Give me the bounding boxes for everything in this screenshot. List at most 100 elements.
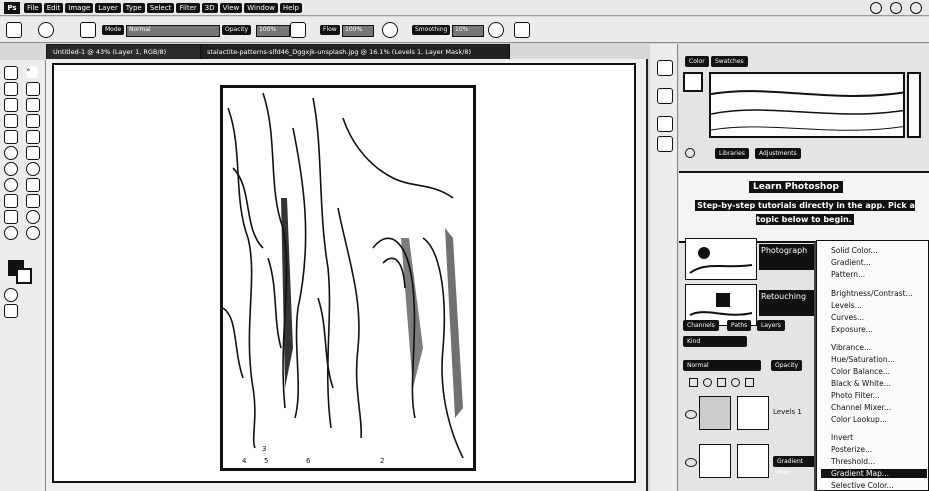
tab-stalactite[interactable]: stalactite-patterns-slfd46_Dggxjk-unspla… — [200, 44, 510, 60]
pen-tool-icon[interactable] — [26, 178, 40, 192]
layer-mask-thumbnail[interactable] — [737, 396, 769, 430]
lasso-tool-icon[interactable] — [26, 82, 40, 96]
clone-stamp-icon[interactable] — [26, 130, 40, 144]
layer-mask-thumbnail[interactable] — [737, 444, 769, 478]
collapse-icon[interactable]: » — [26, 66, 38, 78]
healing-brush-icon[interactable] — [26, 114, 40, 128]
lock-transparency-icon[interactable] — [689, 378, 698, 387]
menu-help[interactable]: Help — [279, 2, 302, 13]
path-select-icon[interactable] — [26, 194, 40, 208]
tab-adjustments[interactable]: Adjustments — [755, 148, 801, 159]
zoom-tool-icon[interactable] — [4, 226, 18, 240]
minimize-icon[interactable] — [870, 2, 882, 14]
color-spectrum[interactable] — [709, 72, 905, 138]
tab-untitled[interactable]: Untitled-1 @ 43% (Layer 1, RGB/8) — [46, 44, 208, 60]
hand-tool-icon[interactable] — [26, 210, 40, 224]
layer-filter-kind[interactable]: Kind — [683, 336, 747, 347]
crop-tool-icon[interactable] — [26, 98, 40, 112]
lock-pixels-icon[interactable] — [703, 378, 712, 387]
menu-item-hue-saturation[interactable]: Hue/Saturation... — [831, 355, 895, 364]
rectangle-tool-icon[interactable] — [4, 210, 18, 224]
screen-mode-icon[interactable] — [4, 304, 18, 318]
blur-tool-icon[interactable] — [26, 162, 40, 176]
brush-panel-icon[interactable] — [657, 116, 673, 132]
eraser-icon[interactable] — [26, 146, 40, 160]
airbrush-icon[interactable] — [382, 22, 398, 38]
menu-item-solid-color[interactable]: Solid Color... — [831, 246, 878, 255]
background-color-swatch[interactable] — [16, 268, 32, 284]
mode-select[interactable]: Normal — [126, 25, 220, 37]
tab-paths[interactable]: Paths — [727, 320, 752, 331]
visibility-eye-icon[interactable] — [685, 458, 697, 467]
menu-edit[interactable]: Edit — [43, 2, 64, 13]
blend-mode-select[interactable]: Normal — [683, 360, 761, 371]
hue-slider[interactable] — [907, 72, 921, 138]
layer-row-gradient-map[interactable]: Gradient Map — [685, 442, 817, 480]
menu-item-color-lookup[interactable]: Color Lookup... — [831, 415, 887, 424]
tutorial-label[interactable]: Retouching — [759, 290, 823, 316]
more-tools-icon[interactable] — [26, 226, 40, 240]
document-canvas[interactable]: 3 4 5 6 2 — [52, 63, 636, 483]
pressure-opacity-icon[interactable] — [290, 22, 306, 38]
foreground-color-chip[interactable] — [683, 72, 703, 92]
menu-item-color-balance[interactable]: Color Balance... — [831, 367, 890, 376]
history-panel-icon[interactable] — [657, 60, 673, 76]
menu-item-photo-filter[interactable]: Photo Filter... — [831, 391, 880, 400]
brush-preset-icon[interactable] — [38, 22, 54, 38]
menu-item-pattern[interactable]: Pattern... — [831, 270, 865, 279]
marquee-tool-icon[interactable] — [4, 82, 18, 96]
close-icon[interactable] — [910, 2, 922, 14]
eyedropper-icon[interactable] — [4, 114, 18, 128]
tutorial-label[interactable]: Photograph — [759, 244, 823, 270]
opacity-field[interactable]: 100% — [256, 25, 290, 37]
maximize-icon[interactable] — [890, 2, 902, 14]
lock-artboard-icon[interactable] — [731, 378, 740, 387]
pressure-size-icon[interactable] — [514, 22, 530, 38]
menu-item-invert[interactable]: Invert — [831, 433, 853, 442]
tutorial-card-photography[interactable] — [685, 238, 757, 280]
brush-settings-icon[interactable] — [80, 22, 96, 38]
menu-layer[interactable]: Layer — [95, 2, 121, 13]
history-brush-icon[interactable] — [4, 146, 18, 160]
lock-all-icon[interactable] — [745, 378, 754, 387]
menu-item-black-white[interactable]: Black & White... — [831, 379, 891, 388]
quick-select-icon[interactable] — [4, 98, 18, 112]
menu-window[interactable]: Window — [244, 2, 278, 13]
gradient-tool-icon[interactable] — [4, 162, 18, 176]
menu-select[interactable]: Select — [146, 2, 175, 13]
libraries-icon[interactable] — [685, 148, 695, 158]
dodge-tool-icon[interactable] — [4, 178, 18, 192]
flow-field[interactable]: 100% — [342, 25, 374, 37]
menu-image[interactable]: Image — [65, 2, 94, 13]
smoothing-field[interactable]: 10% — [452, 25, 484, 37]
menu-type[interactable]: Type — [122, 2, 145, 13]
menu-view[interactable]: View — [219, 2, 243, 13]
brush-tool-icon[interactable] — [4, 130, 18, 144]
menu-item-exposure[interactable]: Exposure... — [831, 325, 873, 334]
menu-filter[interactable]: Filter — [176, 2, 200, 13]
menu-item-gradient-map[interactable]: Gradient Map... — [821, 469, 927, 478]
move-tool-icon[interactable] — [4, 66, 18, 80]
tab-libraries[interactable]: Libraries — [715, 148, 749, 159]
tab-channels[interactable]: Channels — [683, 320, 719, 331]
menu-item-gradient[interactable]: Gradient... — [831, 258, 871, 267]
menu-3d[interactable]: 3D — [201, 2, 218, 13]
gear-icon[interactable] — [488, 22, 504, 38]
menu-item-posterize[interactable]: Posterize... — [831, 445, 872, 454]
properties-panel-icon[interactable] — [657, 88, 673, 104]
menu-item-brightness-contrast[interactable]: Brightness/Contrast... — [831, 289, 913, 298]
menu-item-selective-color[interactable]: Selective Color... — [831, 481, 894, 490]
menu-item-vibrance[interactable]: Vibrance... — [831, 343, 871, 352]
character-panel-icon[interactable] — [657, 136, 673, 152]
menu-item-channel-mixer[interactable]: Channel Mixer... — [831, 403, 891, 412]
tab-color[interactable]: Color — [685, 56, 709, 67]
brush-tool-icon[interactable] — [6, 22, 22, 38]
menu-item-curves[interactable]: Curves... — [831, 313, 864, 322]
quick-mask-icon[interactable] — [4, 288, 18, 302]
tab-layers[interactable]: Layers — [757, 320, 785, 331]
layer-row-levels[interactable]: Levels 1 — [685, 394, 817, 432]
menu-file[interactable]: File — [24, 2, 42, 13]
menu-item-levels[interactable]: Levels... — [831, 301, 862, 310]
visibility-eye-icon[interactable] — [685, 410, 697, 419]
menu-item-threshold[interactable]: Threshold... — [831, 457, 875, 466]
